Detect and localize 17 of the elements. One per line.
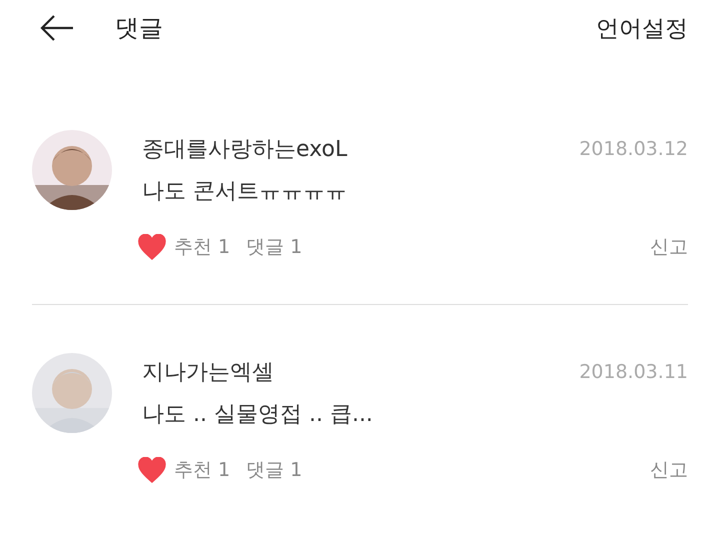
like-button[interactable]: 추천 1 — [138, 457, 230, 483]
language-settings-link[interactable]: 언어설정 — [596, 12, 688, 44]
page-title: 댓글 — [115, 13, 163, 44]
report-link[interactable]: 신고 — [650, 234, 688, 260]
reply-count-link[interactable]: 댓글 1 — [246, 234, 302, 260]
comment-text: 나도 콘서트ㅠㅠㅠㅠ — [142, 178, 348, 206]
back-icon[interactable] — [40, 14, 74, 42]
comment-author: 지나가는엑셀 — [142, 359, 274, 387]
comment-date: 2018.03.11 — [579, 361, 688, 383]
like-button[interactable]: 추천 1 — [138, 234, 230, 260]
comment-text: 나도 .. 실물영접 .. 큽... — [142, 401, 374, 429]
reply-count-link[interactable]: 댓글 1 — [246, 457, 302, 483]
heart-icon — [138, 457, 166, 483]
comment-author: 종대를사랑하는exoL — [142, 136, 348, 164]
comment-date: 2018.03.12 — [579, 138, 688, 160]
report-link[interactable]: 신고 — [650, 457, 688, 483]
heart-icon — [138, 234, 166, 260]
